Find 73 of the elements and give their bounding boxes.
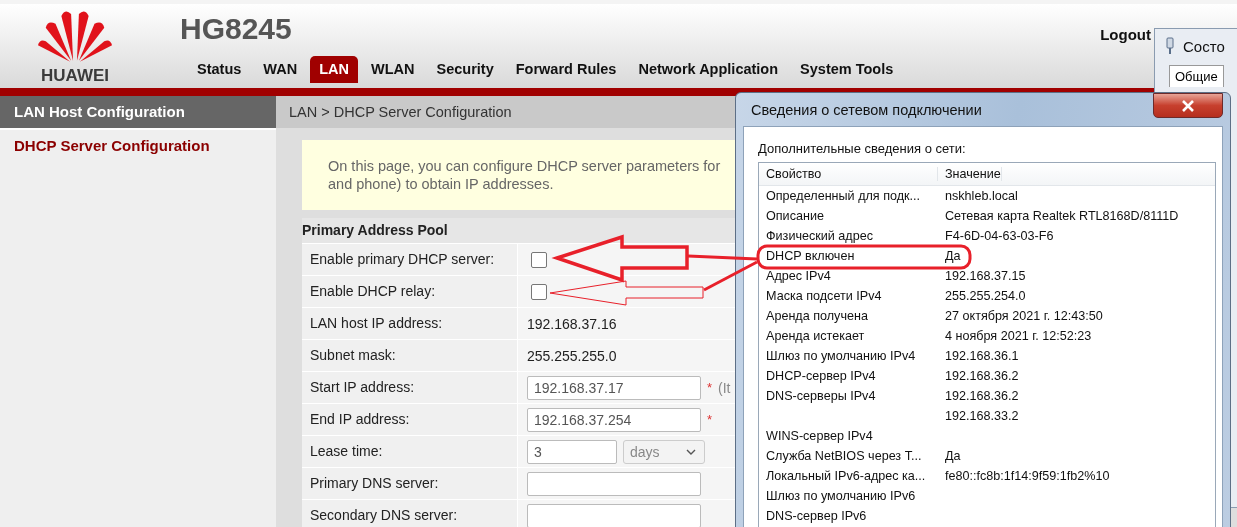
input-field[interactable]	[527, 471, 701, 496]
property-name: Локальный IPv6-адрес ка...	[766, 469, 926, 483]
property-name: Маска подсети IPv4	[766, 289, 882, 303]
field-value: 255.255.255.0	[527, 347, 617, 364]
property-name: Адрес IPv4	[766, 269, 831, 283]
input-field[interactable]	[527, 503, 701, 527]
property-value: 27 октября 2021 г. 12:43:50	[945, 309, 1103, 323]
property-value: 192.168.33.2	[945, 409, 1019, 423]
note-text: and phone) to obtain IP addresses.	[328, 175, 554, 193]
checkbox[interactable]	[531, 251, 547, 268]
property-name: DHCP-сервер IPv4	[766, 369, 876, 383]
note-text: On this page, you can configure DHCP server parameters for	[328, 157, 721, 175]
nav-tab[interactable]: System Tools	[791, 56, 903, 83]
logo-text: HUAWEI	[41, 66, 109, 86]
property-value: nskhleb.local	[945, 189, 1018, 203]
field-label: End IP address:	[302, 404, 518, 435]
property-name: Служба NetBIOS через Т...	[766, 449, 922, 463]
sidebar-item[interactable]: DHCP Server Configuration	[0, 130, 276, 161]
property-name: WINS-сервер IPv4	[766, 429, 873, 443]
close-button[interactable]	[1153, 93, 1223, 118]
field-label: Subnet mask:	[302, 340, 518, 371]
field-label: Lease time:	[302, 436, 518, 467]
property-name: DHCP включен	[766, 249, 855, 263]
property-value: 192.168.37.15	[945, 269, 1026, 283]
property-value: 192.168.36.1	[945, 349, 1019, 363]
nav-tab[interactable]: WAN	[254, 56, 307, 83]
field-label: Enable DHCP relay:	[302, 276, 518, 307]
property-name: DNS-серверы IPv4	[766, 389, 876, 403]
property-value: 255.255.254.0	[945, 289, 1026, 303]
dialog-tab[interactable]: Общие	[1169, 65, 1224, 87]
model-title: HG8245	[180, 12, 293, 47]
property-value: 192.168.36.2	[945, 389, 1019, 403]
sidebar-heading[interactable]: LAN Host Configuration	[0, 96, 276, 130]
nav-tab[interactable]: Network Application	[629, 56, 788, 83]
field-label: Start IP address:	[302, 372, 518, 403]
property-name: Физический адрес	[766, 229, 874, 243]
hint-text: (It	[718, 379, 731, 396]
close-icon	[1181, 99, 1195, 112]
property-value: Да	[945, 449, 961, 463]
input-field[interactable]: 3	[527, 439, 617, 464]
property-name: Шлюз по умолчанию IPv6	[766, 489, 916, 503]
column-header[interactable]: Свойство	[759, 167, 938, 181]
nav-tab[interactable]: Security	[427, 56, 503, 83]
field-label: Enable primary DHCP server:	[302, 244, 518, 275]
field-value: 192.168.37.16	[527, 315, 617, 332]
property-name: Аренда получена	[766, 309, 868, 323]
property-name: DNS-сервер IPv6	[766, 509, 867, 523]
required-mark: *	[707, 380, 713, 395]
checkbox[interactable]	[531, 283, 547, 300]
input-field[interactable]: 192.168.37.254	[527, 407, 701, 432]
column-header[interactable]: Значение	[938, 167, 1002, 181]
property-value: 4 ноября 2021 г. 12:52:23	[945, 329, 1092, 343]
property-name: Шлюз по умолчанию IPv4	[766, 349, 916, 363]
property-name: Определенный для подк...	[766, 189, 921, 203]
network-icon	[1165, 37, 1175, 55]
dialog-caption: Дополнительные сведения о сети:	[758, 141, 967, 156]
dialog-title: Сведения о сетевом подключении	[751, 101, 982, 118]
property-name: Аренда истекает	[766, 329, 865, 343]
property-value: fe80::fc8b:1f14:9f59:1fb2%10	[945, 469, 1110, 483]
nav-tab[interactable]: WLAN	[362, 56, 424, 83]
property-value: 192.168.36.2	[945, 369, 1019, 383]
nav-tab[interactable]: LAN	[310, 56, 358, 83]
field-label: Secondary DNS server:	[302, 500, 518, 527]
required-mark: *	[707, 412, 713, 427]
logout-link[interactable]: Logout	[1100, 26, 1151, 43]
window-title: Состо	[1183, 37, 1225, 55]
chevron-icon	[686, 448, 696, 455]
property-value: Да	[945, 249, 961, 263]
nav-tab[interactable]: Status	[188, 56, 251, 83]
input-field[interactable]: 192.168.37.17	[527, 375, 701, 400]
field-label: Primary DNS server:	[302, 468, 518, 499]
nav-tab[interactable]: Forward Rules	[506, 56, 626, 83]
field-label: LAN host IP address:	[302, 308, 518, 339]
